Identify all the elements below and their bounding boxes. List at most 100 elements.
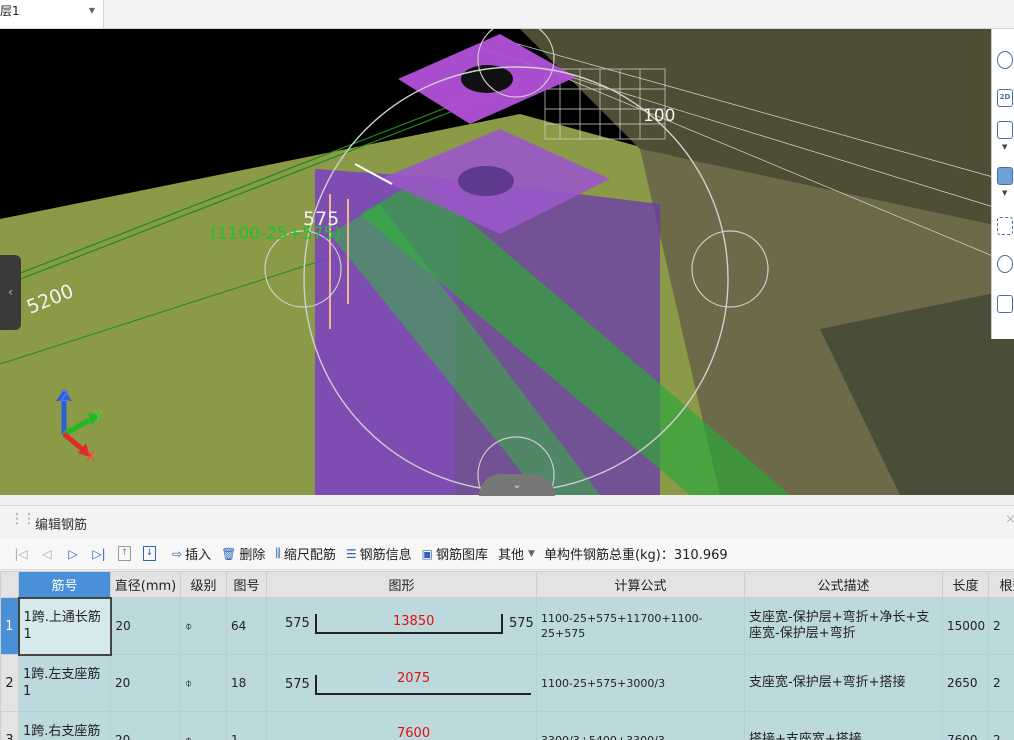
rebar-panel-header: ⋮⋮ 编辑钢筋 × [0,505,1014,536]
count-cell[interactable]: 2 [988,597,1014,655]
shape-cell[interactable]: 575 13850 575 [266,597,537,655]
chevron-down-icon[interactable]: ▼ [1002,143,1007,151]
display-mode-icon[interactable] [997,167,1013,185]
grade-cell[interactable]: ⌽ [180,711,227,740]
drag-grip-icon[interactable]: ⋮⋮ [10,511,36,527]
scale-rebar-button[interactable]: ⫼ 缩尺配筋 [275,544,336,563]
diameter-cell[interactable]: 20 [110,597,181,655]
insert-button[interactable]: ⇨ 插入 [172,544,212,564]
info-list-icon: ☰ [345,546,357,561]
2d-view-button[interactable]: 2D [997,89,1013,107]
shape-mid-label: 13850 [393,614,435,629]
rebar-info-button[interactable]: ☰ 钢筋信息 [345,544,412,564]
rebar-table: 筋号 直径(mm) 级别 图号 图形 计算公式 公式描述 长度 根数 1 1跨.… [0,571,1014,740]
select-box-icon[interactable] [997,217,1013,235]
diameter-cell[interactable]: 20 [110,654,181,712]
formula-cell[interactable]: 1100-25+575+3000/3 [536,654,745,712]
length-cell[interactable]: 2650 [942,654,989,712]
grade-cell[interactable]: ⌽ [180,597,227,655]
desc-cell[interactable]: 支座宽-保护层+弯折+搭接 [744,654,943,712]
last-record-button[interactable]: ▷| [86,547,112,561]
desc-cell[interactable]: 搭接+支座宽+搭接 [744,711,943,740]
close-icon[interactable]: × [1005,512,1014,527]
rebar-library-label: 钢筋图库 [436,548,489,563]
dim-formula: (1100-25+575) [210,224,341,244]
row-number[interactable]: 2 [0,654,19,712]
library-icon: ▣ [421,546,433,561]
header-grade[interactable]: 级别 [180,571,227,598]
chevron-down-icon: ▼ [88,6,95,15]
header-formula[interactable]: 计算公式 [536,571,745,598]
prev-record-button[interactable]: ◁ [34,547,60,561]
length-cell[interactable]: 7600 [942,711,989,740]
header-count[interactable]: 根数 [988,571,1014,598]
length-cell[interactable]: 15000 [942,597,989,655]
axis-x-label: X [86,449,96,465]
shape-left-label: 575 [285,677,310,692]
chevron-down-icon: ⌄ [512,478,522,491]
header-length[interactable]: 长度 [942,571,989,598]
panel-title: 编辑钢筋 [35,518,88,533]
view-mode-icon[interactable] [997,121,1013,139]
table-row[interactable]: 2 1跨.左支座筋1 20 ⌽ 18 575 2075 1100-25+575+… [0,654,1014,712]
shape-right-hook [501,614,503,634]
table-row[interactable]: 1 1跨.上通长筋1 20 ⌽ 64 575 13850 575 1100-25… [0,596,1014,656]
count-cell[interactable]: 2 [988,711,1014,740]
dim-100: 100 [643,106,675,126]
shape-line [315,693,531,695]
shape-cell[interactable]: 7600 [266,711,537,740]
header-bar-no[interactable]: 筋号 [18,571,111,598]
fig-no-cell[interactable]: 1 [226,711,267,740]
move-down-button[interactable]: ↓ [143,546,156,561]
header-fig-no[interactable]: 图号 [226,571,267,598]
formula-cell[interactable]: 3300/3+5400+3300/3 [536,711,745,740]
row-number[interactable]: 3 [0,711,19,740]
grade-cell[interactable]: ⌽ [180,654,227,712]
shape-mid-label: 7600 [397,726,431,740]
fig-no-cell[interactable]: 18 [226,654,267,712]
3d-viewport[interactable]: 575 (1100-25+575) 5200 100 Z Y X ‹ [0,29,1014,495]
table-row[interactable]: 3 1跨.右支座筋1 20 ⌽ 1 7600 3300/3+5400+3300/… [0,711,1014,740]
floor-select[interactable]: 层1 ▼ [0,0,104,28]
rotate-view-icon[interactable] [997,51,1013,69]
header-rownum [0,571,19,598]
row-number[interactable]: 1 [0,597,19,655]
other-menu-button[interactable]: 其他 ▼ [498,544,535,563]
floor-toolbar: 层1 ▼ [0,0,1014,29]
formula-cell[interactable]: 1100-25+575+11700+1100-25+575 [536,597,745,655]
header-diameter[interactable]: 直径(mm) [110,571,181,598]
bar-name-cell[interactable]: 1跨.上通长筋1 [17,596,112,656]
bar-name-cell[interactable]: 1跨.左支座筋1 [18,654,111,712]
viewport-bottom-tab[interactable]: ⌄ [479,474,555,496]
bar-name-cell[interactable]: 1跨.右支座筋1 [18,711,111,740]
insert-label: 插入 [185,548,212,563]
delete-label: 删除 [239,548,266,563]
header-shape[interactable]: 图形 [266,571,537,598]
delete-button[interactable]: 🗑 删除 [221,544,266,564]
axis-z-label: Z [60,389,70,405]
count-cell[interactable]: 2 [988,654,1014,712]
diameter-cell[interactable]: 20 [110,711,181,740]
desc-cell[interactable]: 支座宽-保护层+弯折+净长+支座宽-保护层+弯折 [744,597,943,655]
2d-view-label: 2D [999,93,1011,101]
header-desc[interactable]: 公式描述 [744,571,943,598]
first-record-button[interactable]: |◁ [8,547,34,561]
trash-icon: 🗑 [221,546,237,561]
move-up-button[interactable]: ↑ [118,546,131,561]
shape-left-hook [315,675,317,695]
total-weight-label: 单构件钢筋总重(kg)：310.969 [543,548,728,563]
shape-left-label: 575 [285,616,310,631]
chevron-down-icon[interactable]: ▼ [1002,189,1007,197]
shape-cell[interactable]: 575 2075 [266,654,537,712]
shape-right-label: 575 [509,616,534,631]
list-icon[interactable] [997,295,1013,313]
next-record-button[interactable]: ▷ [60,547,86,561]
collapse-left-handle[interactable]: ‹ [0,255,21,330]
fig-no-cell[interactable]: 64 [226,597,267,655]
chevron-down-icon: ▼ [528,548,535,559]
insert-icon: ⇨ [172,546,183,561]
scale-icon: ⫼ [275,546,281,560]
orbit-icon[interactable] [997,255,1013,273]
shape-line [315,632,503,634]
rebar-library-button[interactable]: ▣ 钢筋图库 [421,544,489,564]
